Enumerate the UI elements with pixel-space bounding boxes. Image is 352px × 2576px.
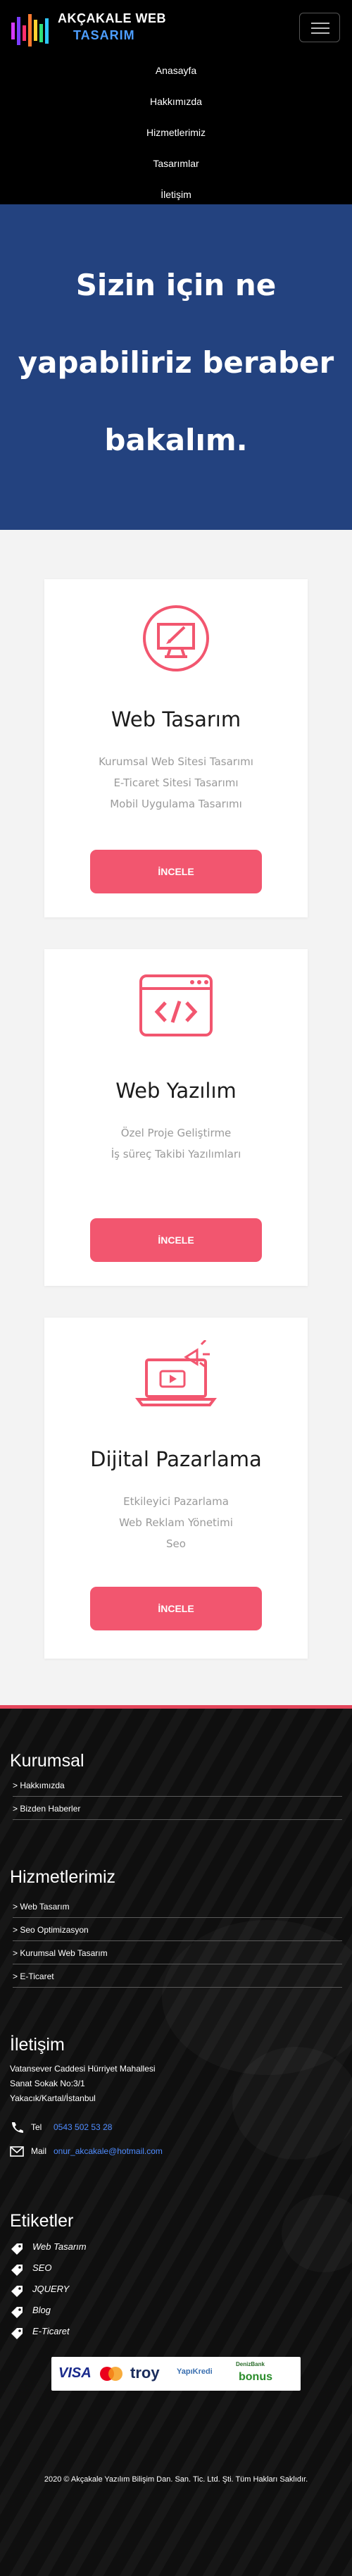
brand-name: AKÇAKALE WEB — [58, 11, 166, 25]
hero-heading-line: yapabiliriz beraber — [18, 345, 334, 380]
address-line: Vatansever Caddesi Hürriyet Mahallesi — [10, 2064, 156, 2074]
monitor-pen-icon — [143, 605, 209, 671]
footer-heading-etiketler: Etiketler — [10, 2211, 74, 2231]
tel-label: Tel — [31, 2122, 42, 2132]
footer-link-e-ticaret[interactable]: > E-Ticaret — [13, 1968, 342, 1988]
footer-heading-iletisim: İletişim — [10, 2035, 65, 2055]
hero-heading-line: bakalım. — [104, 423, 248, 457]
phone-link[interactable]: 0543 502 53 28 — [54, 2122, 112, 2132]
logo-bars-icon — [11, 14, 49, 47]
incele-button[interactable]: İNCELE — [90, 1587, 262, 1630]
footer-link-seo[interactable]: > Seo Optimizasyon — [13, 1921, 342, 1941]
incele-button[interactable]: İNCELE — [90, 850, 262, 893]
troy-logo: troy — [130, 2364, 160, 2382]
tag-label: Blog — [32, 2305, 51, 2315]
service-card-web-yazilim: Web Yazılım Özel Proje Geliştirme İş sür… — [44, 949, 308, 1286]
service-item: Kurumsal Web Sitesi Tasarımı — [99, 755, 253, 768]
service-item: E-Ticaret Sitesi Tasarımı — [113, 776, 239, 789]
mail-link[interactable]: onur_akcakale@hotmail.com — [54, 2146, 163, 2156]
footer-link-hakkimizda[interactable]: > Hakkımızda — [13, 1777, 342, 1797]
menu-toggle-button[interactable] — [299, 13, 340, 42]
site-footer — [0, 1709, 352, 2576]
megaphone-laptop-icon — [135, 1340, 217, 1406]
footer-link-kurumsal-web[interactable]: > Kurumsal Web Tasarım — [13, 1945, 342, 1964]
code-window-icon — [139, 974, 213, 1036]
site-header: AKÇAKALE WEB TASARIM Anasayfa Hakkımızda… — [0, 0, 352, 204]
envelope-icon — [10, 2146, 24, 2157]
service-title: Web Yazılım — [115, 1079, 237, 1103]
address-line: Sanat Sokak No:3/1 — [10, 2079, 85, 2088]
nav-item-tasarimlar[interactable]: Tasarımlar — [0, 148, 352, 179]
service-item: Özel Proje Geliştirme — [120, 1127, 232, 1139]
service-card-dijital-pazarlama: Dijital Pazarlama Etkileyici Pazarlama W… — [44, 1318, 308, 1659]
hero-banner: Sizin için ne yapabiliriz beraber bakalı… — [0, 204, 352, 530]
main-nav: Anasayfa Hakkımızda Hizmetlerimiz Tasarı… — [0, 55, 352, 210]
service-title: Dijital Pazarlama — [90, 1447, 262, 1471]
world-map-shape — [232, 2047, 352, 2160]
tag-label: SEO — [32, 2262, 52, 2273]
tag-label: JQUERY — [32, 2284, 70, 2294]
incele-button[interactable]: İNCELE — [90, 1218, 262, 1262]
service-item: Etkileyici Pazarlama — [123, 1495, 229, 1508]
payment-logos: VISA troy YapıKredi DenizBank bonus — [51, 2357, 301, 2391]
tag-icon — [11, 2243, 23, 2255]
service-item: İş süreç Takibi Yazılımları — [111, 1148, 241, 1160]
nav-item-anasayfa[interactable]: Anasayfa — [0, 55, 352, 86]
visa-logo: VISA — [58, 2365, 92, 2381]
mastercard-logo-icon — [100, 2367, 122, 2381]
nav-item-hizmetlerimiz[interactable]: Hizmetlerimiz — [0, 117, 352, 148]
address-line: Yakacık/Kartal/İstanbul — [10, 2093, 96, 2103]
copyright-text: 2020 © Akçakale Yazılım Bilişim Dan. San… — [44, 2475, 308, 2484]
world-map-shape — [282, 2195, 352, 2272]
service-item: Mobil Uygulama Tasarımı — [110, 798, 242, 810]
hero-heading-line: Sizin için ne — [75, 268, 277, 302]
hamburger-icon — [311, 23, 329, 24]
world-map-shape — [162, 1920, 352, 2075]
service-item: Web Reklam Yönetimi — [119, 1516, 233, 1529]
phone-icon — [12, 2122, 23, 2133]
hamburger-icon-line — [311, 27, 329, 29]
tag-icon — [11, 2328, 23, 2339]
brand-subname: TASARIM — [73, 28, 135, 42]
tag-icon — [11, 2265, 23, 2276]
nav-item-hakkimizda[interactable]: Hakkımızda — [0, 86, 352, 117]
footer-link-web-tasarim[interactable]: > Web Tasarım — [13, 1898, 342, 1918]
footer-heading-kurumsal: Kurumsal — [10, 1751, 84, 1771]
service-title: Web Tasarım — [111, 707, 241, 731]
tag-icon — [11, 2307, 23, 2318]
tag-label: Web Tasarım — [32, 2241, 87, 2252]
service-item: Seo — [166, 1537, 186, 1550]
brand-logo[interactable]: AKÇAKALE WEB TASARIM — [10, 8, 166, 51]
tag-icon — [11, 2286, 23, 2297]
service-card-web-tasarim: Web Tasarım Kurumsal Web Sitesi Tasarımı… — [44, 579, 308, 917]
tag-label: E-Ticaret — [32, 2326, 70, 2336]
footer-heading-hizmetlerimiz: Hizmetlerimiz — [10, 1867, 115, 1887]
yapikredi-logo: YapıKredi — [177, 2367, 213, 2376]
bonus-logo: bonus — [239, 2371, 272, 2383]
hamburger-icon-line — [311, 32, 329, 34]
denizbank-logo: DenizBank — [236, 2361, 265, 2367]
footer-link-bizden-haberler[interactable]: > Bizden Haberler — [13, 1800, 342, 1820]
mail-label: Mail — [31, 2146, 47, 2156]
